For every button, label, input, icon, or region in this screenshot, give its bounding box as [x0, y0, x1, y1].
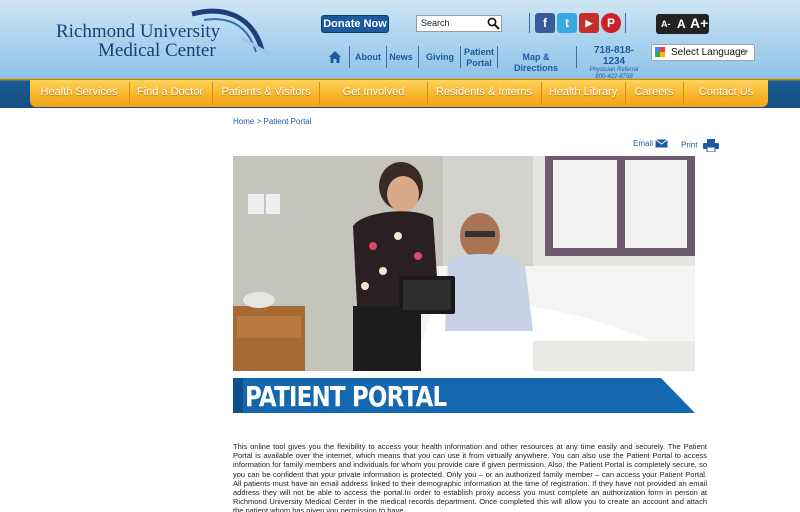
topnav-map-directions[interactable]: Map & Directions: [500, 52, 572, 74]
topnav-giving[interactable]: Giving: [422, 52, 458, 63]
print-link[interactable]: Print: [681, 139, 719, 153]
nav-patients-visitors[interactable]: Patients & Visitors: [213, 80, 319, 107]
intro-paragraph: This online tool gives you the flexibili…: [233, 442, 707, 512]
page: Richmond University Medical Center Donat…: [0, 0, 800, 512]
phone-label: Physician Referral: [589, 67, 639, 73]
font-normal-button[interactable]: A: [677, 17, 686, 31]
language-select[interactable]: Select Language |▼: [651, 44, 755, 61]
divider: [497, 46, 498, 68]
logo[interactable]: Richmond University Medical Center: [52, 8, 272, 64]
google-icon: [655, 47, 665, 57]
logo-line2: Medical Center: [98, 40, 216, 61]
email-label: Email: [633, 139, 654, 148]
hero-photo: [233, 156, 695, 371]
divider: [576, 46, 577, 68]
nav-health-services[interactable]: Health Services: [30, 80, 128, 107]
nav-find-a-doctor[interactable]: Find a Doctor: [130, 80, 210, 107]
font-size-controls: A- A A+: [656, 14, 709, 34]
phone-number: 718-818-1234: [593, 45, 635, 67]
nav-contact-us[interactable]: Contact Us: [684, 80, 768, 107]
breadcrumb-separator: >: [256, 117, 262, 126]
divider: [625, 13, 626, 33]
breadcrumb-current: Patient Portal: [263, 117, 312, 126]
printer-icon: [702, 139, 719, 153]
nav-careers[interactable]: Careers: [626, 80, 682, 107]
breadcrumb: Home > Patient Portal: [233, 117, 312, 126]
nav-health-library[interactable]: Health Library: [542, 80, 624, 107]
hero-illustration: [233, 156, 695, 371]
chevron-down-icon: |▼: [738, 47, 750, 57]
main-nav: Health Services Find a Doctor Patients &…: [30, 80, 768, 107]
divider: [529, 13, 530, 33]
envelope-icon: [655, 139, 669, 148]
twitter-icon[interactable]: t: [557, 13, 577, 33]
site-header: Richmond University Medical Center Donat…: [0, 0, 800, 81]
search-icon[interactable]: [487, 17, 500, 30]
topnav-patient-portal[interactable]: Patient Portal: [462, 47, 496, 69]
email-link[interactable]: Email: [633, 139, 669, 148]
font-decrease-button[interactable]: A-: [661, 19, 671, 29]
home-icon[interactable]: [328, 50, 342, 64]
topnav-news[interactable]: News: [388, 52, 414, 63]
page-title: PATIENT PORTAL: [245, 380, 447, 413]
page-banner: PATIENT PORTAL: [233, 378, 695, 413]
divider: [418, 46, 419, 68]
divider: [386, 46, 387, 68]
print-label: Print: [681, 140, 698, 150]
facebook-icon[interactable]: f: [535, 13, 555, 33]
nav-get-involved[interactable]: Get Involved: [320, 80, 427, 107]
donate-button[interactable]: Donate Now: [321, 15, 389, 33]
topnav-about[interactable]: About: [352, 52, 384, 63]
breadcrumb-home-link[interactable]: Home: [233, 117, 254, 126]
youtube-icon[interactable]: ▶: [579, 13, 599, 33]
language-label: Select Language: [671, 47, 747, 58]
font-increase-button[interactable]: A+: [690, 15, 708, 31]
divider: [349, 46, 350, 68]
pinterest-icon[interactable]: P: [601, 13, 621, 33]
nav-residents-interns[interactable]: Residents & Interns: [428, 80, 540, 107]
divider: [460, 46, 461, 68]
physician-referral[interactable]: 718-818-1234 Physician Referral 800-422-…: [584, 45, 644, 81]
